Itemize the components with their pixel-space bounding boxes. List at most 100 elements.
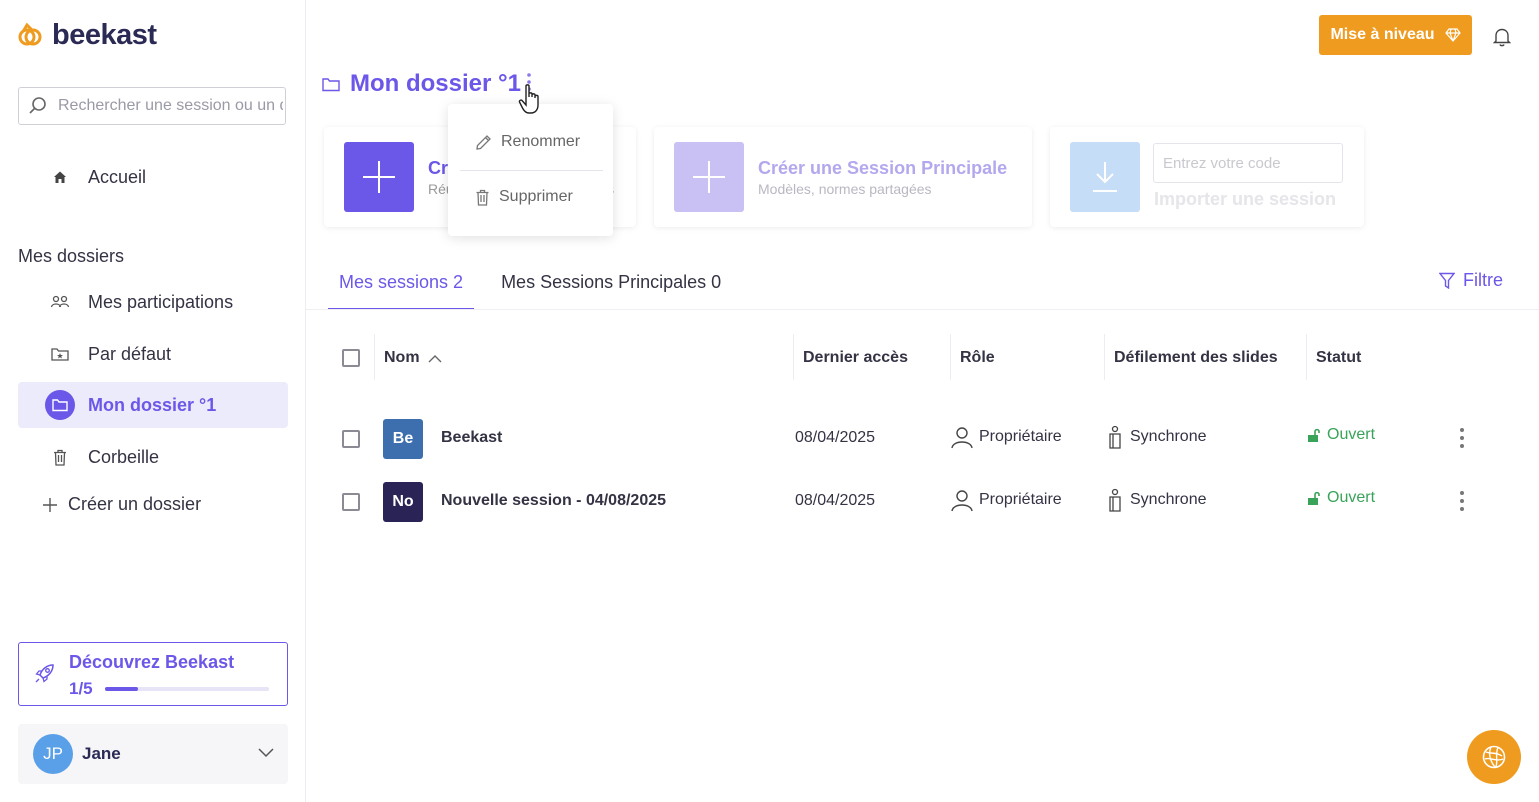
rocket-icon <box>35 664 54 683</box>
delete-menu-item[interactable]: Supprimer <box>475 188 573 206</box>
folders-section-title: Mes dossiers <box>18 246 125 266</box>
plus-icon <box>363 161 395 193</box>
sidebar-item-label: Accueil <box>88 166 147 187</box>
tab-main-sessions[interactable]: Mes Sessions Principales 0 <box>490 264 732 308</box>
create-main-session-card[interactable]: Créer une Session Principale Modèles, no… <box>654 127 1032 227</box>
trash-icon <box>49 449 71 466</box>
status-badge: Ouvert <box>1307 426 1375 444</box>
sidebar-item-label: Mes participations <box>88 291 234 312</box>
column-divider <box>950 334 951 380</box>
chevron-down-icon[interactable] <box>256 742 276 762</box>
plus-icon <box>43 497 57 512</box>
filter-icon <box>1439 272 1455 289</box>
status-label: Ouvert <box>1327 489 1376 506</box>
download-box <box>1070 142 1140 212</box>
hand-cursor-icon <box>518 84 539 114</box>
page-title: Mon dossier °1 <box>322 70 521 98</box>
create-session-plus <box>344 142 414 212</box>
session-scrolling-label: Synchrone <box>1130 491 1207 508</box>
user-icon <box>951 427 973 449</box>
column-divider <box>374 334 375 380</box>
session-scrolling: Synchrone <box>1107 488 1207 512</box>
session-tabs: Mes sessions 2 Mes Sessions Principales … <box>328 264 748 310</box>
globe-help-icon <box>1482 745 1506 769</box>
home-icon <box>49 169 71 185</box>
column-header-status[interactable]: Statut <box>1316 349 1361 367</box>
sidebar-item-label: Mon dossier °1 <box>88 394 217 415</box>
search-input[interactable] <box>56 96 285 116</box>
sidebar-item-mon-dossier[interactable]: Mon dossier °1 <box>18 382 288 428</box>
download-icon <box>1093 162 1117 192</box>
column-header-name-label: Nom <box>384 349 420 366</box>
avatar: JP <box>33 734 73 774</box>
session-role-label: Propriétaire <box>979 491 1062 508</box>
sidebar-item-home[interactable]: Accueil <box>18 154 288 200</box>
pencil-icon <box>476 134 491 150</box>
rename-menu-item[interactable]: Renommer <box>475 133 580 151</box>
row-options-icon[interactable] <box>1458 426 1466 450</box>
filter-button[interactable]: Filtre <box>1439 270 1503 291</box>
tab-my-sessions[interactable]: Mes sessions 2 <box>328 264 475 310</box>
search-icon <box>29 97 46 114</box>
folder-icon <box>322 77 340 91</box>
sidebar-item-label: Par défaut <box>88 343 172 364</box>
unlock-icon <box>1308 491 1320 505</box>
sidebar-item-label: Corbeille <box>88 446 160 467</box>
create-main-session-plus <box>674 142 744 212</box>
session-scrolling-label: Synchrone <box>1130 428 1207 445</box>
sidebar-item-default[interactable]: Par défaut <box>18 331 288 377</box>
column-divider <box>1306 334 1307 380</box>
help-button[interactable] <box>1467 730 1521 784</box>
bell-icon[interactable] <box>1493 27 1511 47</box>
discover-beekast-card[interactable]: Découvrez Beekast 1/5 <box>18 642 288 706</box>
table-row[interactable]: No Nouvelle session - 04/08/2025 08/04/2… <box>306 477 1539 527</box>
rename-label: Renommer <box>501 133 581 150</box>
menu-divider <box>460 170 603 171</box>
select-all-checkbox[interactable] <box>342 349 360 367</box>
diamond-icon <box>1444 28 1461 42</box>
create-folder-label: Créer un dossier <box>68 494 202 514</box>
upgrade-label: Mise à niveau <box>1330 26 1435 43</box>
beekast-logo[interactable]: beekast <box>18 18 157 52</box>
session-role: Propriétaire <box>950 488 1062 512</box>
star-folder-icon <box>49 346 71 362</box>
row-checkbox[interactable] <box>342 430 360 448</box>
row-checkbox[interactable] <box>342 493 360 511</box>
column-header-name[interactable]: Nom <box>384 349 442 367</box>
folder-icon <box>45 390 75 420</box>
column-header-role[interactable]: Rôle <box>960 349 995 367</box>
create-session-title: Cr <box>428 158 449 178</box>
session-role: Propriétaire <box>950 425 1062 449</box>
session-name[interactable]: Nouvelle session - 04/08/2025 <box>441 492 666 510</box>
sort-ascending-icon <box>428 354 442 362</box>
row-options-icon[interactable] <box>1458 489 1466 513</box>
user-icon <box>951 490 973 512</box>
user-menu[interactable]: JP Jane <box>18 724 288 784</box>
session-role-label: Propriétaire <box>979 428 1062 445</box>
sidebar-item-trash[interactable]: Corbeille <box>18 434 288 480</box>
delete-label: Supprimer <box>499 188 573 205</box>
sidebar-item-participations[interactable]: Mes participations <box>18 279 288 325</box>
session-name[interactable]: Beekast <box>441 429 502 447</box>
search-box[interactable] <box>18 87 286 125</box>
import-session-button[interactable]: Importer une session <box>1154 189 1336 210</box>
session-scrolling: Synchrone <box>1107 425 1207 449</box>
discover-title: Découvrez Beekast <box>69 652 235 672</box>
unlock-icon <box>1308 428 1320 442</box>
page-title-text: Mon dossier °1 <box>350 70 521 97</box>
upgrade-button[interactable]: Mise à niveau <box>1319 15 1472 55</box>
discover-progress-fill <box>105 687 138 691</box>
session-code-input[interactable] <box>1153 143 1343 183</box>
people-icon <box>49 294 71 310</box>
brand-name: beekast <box>52 18 157 51</box>
create-folder-button[interactable]: Créer un dossier <box>42 494 201 515</box>
column-header-last-access[interactable]: Dernier accès <box>803 349 908 367</box>
table-row[interactable]: Be Beekast 08/04/2025 Propriétaire Synch… <box>306 414 1539 464</box>
create-main-session-title: Créer une Session Principale <box>758 158 1008 178</box>
session-last-access: 08/04/2025 <box>795 429 876 446</box>
session-last-access: 08/04/2025 <box>795 492 876 509</box>
column-header-scrolling[interactable]: Défilement des slides <box>1114 349 1278 367</box>
status-label: Ouvert <box>1327 426 1376 443</box>
column-divider <box>1104 334 1105 380</box>
sync-person-icon <box>1109 425 1121 449</box>
